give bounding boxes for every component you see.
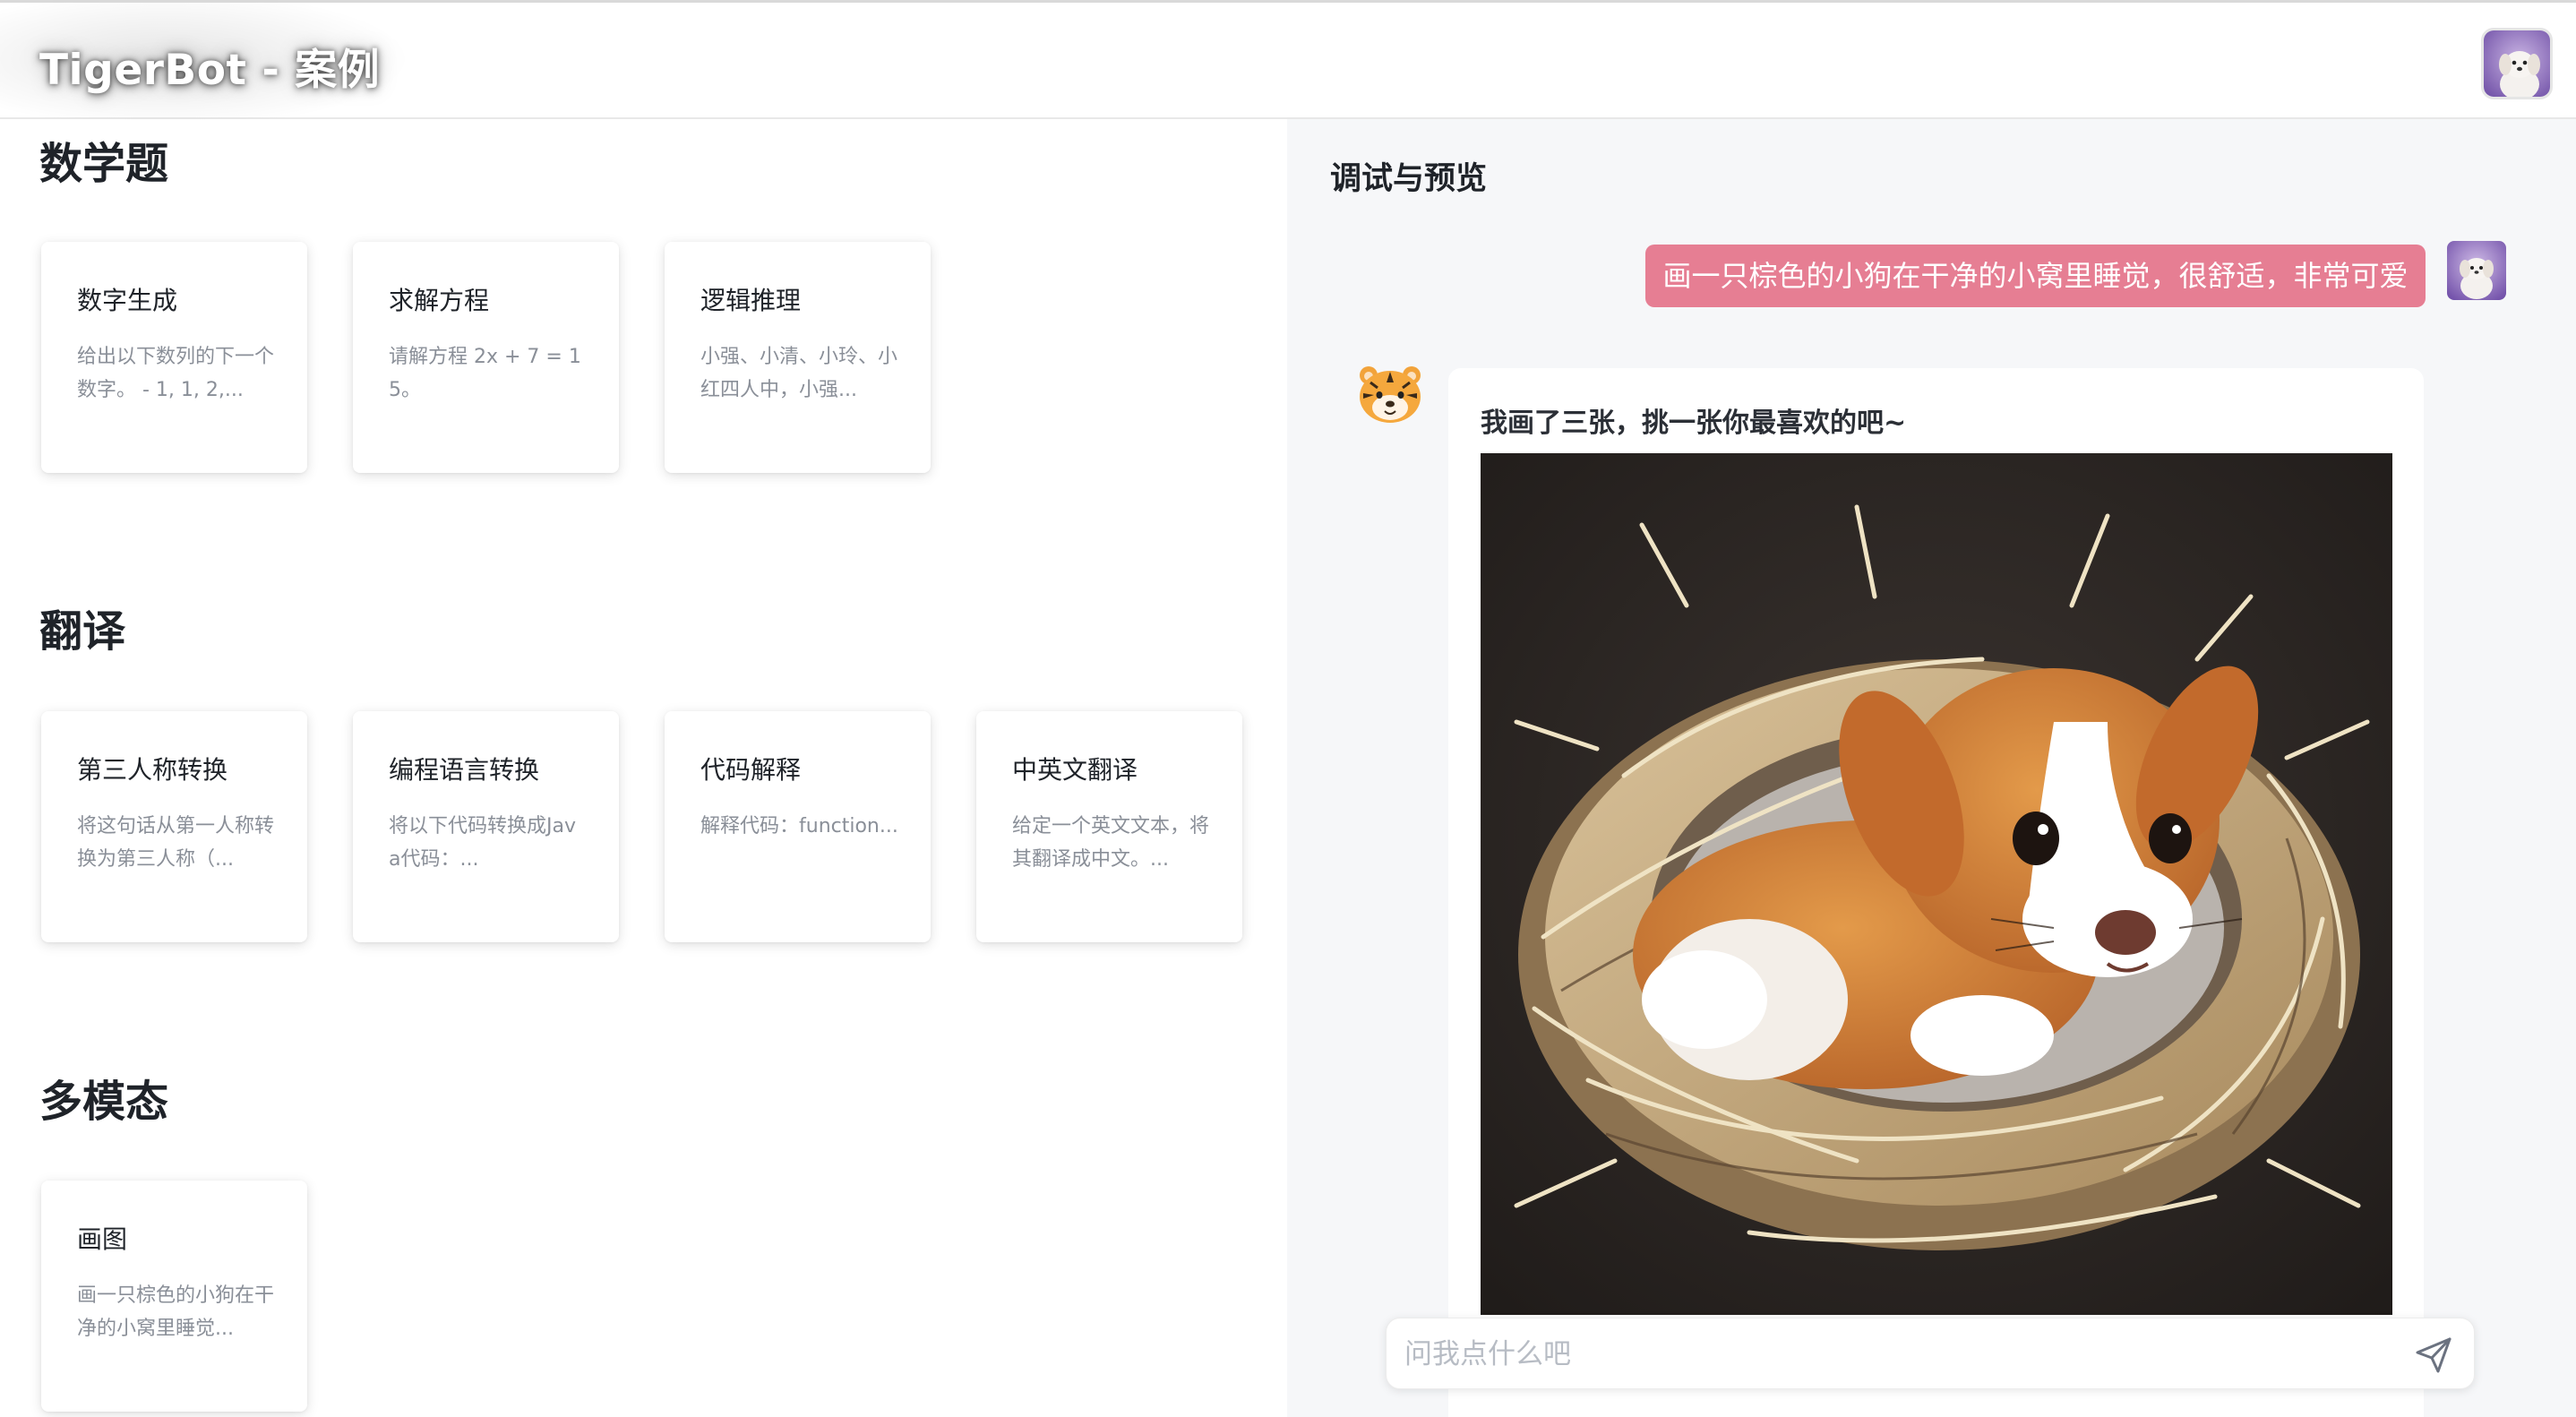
card-title: 数字生成 [77, 286, 178, 315]
user-avatar [2447, 241, 2506, 300]
card-description: 画一只棕色的小狗在干净的小窝里睡觉... [77, 1284, 275, 1340]
top-header: TigerBot - 案例 [0, 0, 2576, 128]
card-title: 逻辑推理 [700, 286, 802, 315]
example-card-code-conversion[interactable]: 编程语言转换 将以下代码转换成Java代码：... [353, 711, 619, 942]
app-root: TigerBot - 案例 数学题 数字生成 给出以下数列的下一个数字。 - 1… [0, 0, 2576, 1417]
examples-panel: 数学题 数字生成 给出以下数列的下一个数字。 - 1, 1, 2,... 求解方… [0, 119, 1287, 1417]
card-description: 将以下代码转换成Java代码：... [389, 815, 576, 871]
bot-reply-text: 我画了三张，挑一张你最喜欢的吧~ [1481, 408, 1907, 439]
section-title-multimodal: 多模态 [39, 1077, 169, 1127]
example-card-number-generation[interactable]: 数字生成 给出以下数列的下一个数字。 - 1, 1, 2,... [41, 242, 307, 473]
chat-input[interactable] [1404, 1327, 2381, 1381]
chat-input-box [1386, 1318, 2475, 1389]
card-title: 编程语言转换 [389, 755, 540, 785]
card-title: 中英文翻译 [1012, 755, 1138, 785]
section-title-translation: 翻译 [39, 606, 126, 657]
card-description: 请解方程 2x + 7 = 15。 [389, 346, 581, 401]
preview-panel: 调试与预览 画一只棕色的小狗在干净的小窝里睡觉，很舒适，非常可爱 我画了三张，挑… [1287, 119, 2576, 1417]
account-avatar[interactable] [2481, 28, 2553, 99]
bot-message-card: 我画了三张，挑一张你最喜欢的吧~ [1448, 368, 2424, 1417]
brand-title[interactable]: TigerBot - 案例 [39, 35, 380, 97]
card-title: 求解方程 [389, 286, 490, 315]
example-card-en-zh-translation[interactable]: 中英文翻译 给定一个英文文本，将其翻译成中文。... [976, 711, 1242, 942]
card-description: 给定一个英文文本，将其翻译成中文。... [1012, 815, 1210, 871]
example-card-third-person[interactable]: 第三人称转换 将这句话从第一人称转换为第三人称（... [41, 711, 307, 942]
bot-avatar [1354, 363, 1426, 425]
send-button[interactable] [2413, 1335, 2454, 1376]
preview-title: 调试与预览 [1330, 161, 1488, 197]
puppy-in-nest-illustration [1481, 453, 2392, 1315]
puppy-avatar-icon [2447, 241, 2506, 300]
example-card-drawing[interactable]: 画图 画一只棕色的小狗在干净的小窝里睡觉... [41, 1181, 307, 1412]
example-card-solve-equation[interactable]: 求解方程 请解方程 2x + 7 = 15。 [353, 242, 619, 473]
card-title: 第三人称转换 [77, 755, 228, 785]
puppy-avatar-icon [2484, 30, 2550, 97]
example-card-code-explain[interactable]: 代码解释 解释代码：function... [665, 711, 931, 942]
card-description: 将这句话从第一人称转换为第三人称（... [77, 815, 275, 871]
card-description: 给出以下数列的下一个数字。 - 1, 1, 2,... [77, 346, 275, 401]
card-description: 解释代码：function... [700, 815, 898, 837]
card-title: 代码解释 [700, 755, 802, 785]
user-message-bubble: 画一只棕色的小狗在干净的小窝里睡觉，很舒适，非常可爱 [1645, 245, 2426, 307]
tiger-face-icon [1360, 366, 1421, 423]
example-card-logic-reasoning[interactable]: 逻辑推理 小强、小清、小玲、小红四人中，小强... [665, 242, 931, 473]
generated-puppy-image[interactable] [1481, 453, 2392, 1315]
card-title: 画图 [77, 1224, 128, 1254]
section-title-math: 数学题 [39, 139, 169, 189]
send-icon [2416, 1337, 2451, 1373]
card-description: 小强、小清、小玲、小红四人中，小强... [700, 346, 898, 401]
